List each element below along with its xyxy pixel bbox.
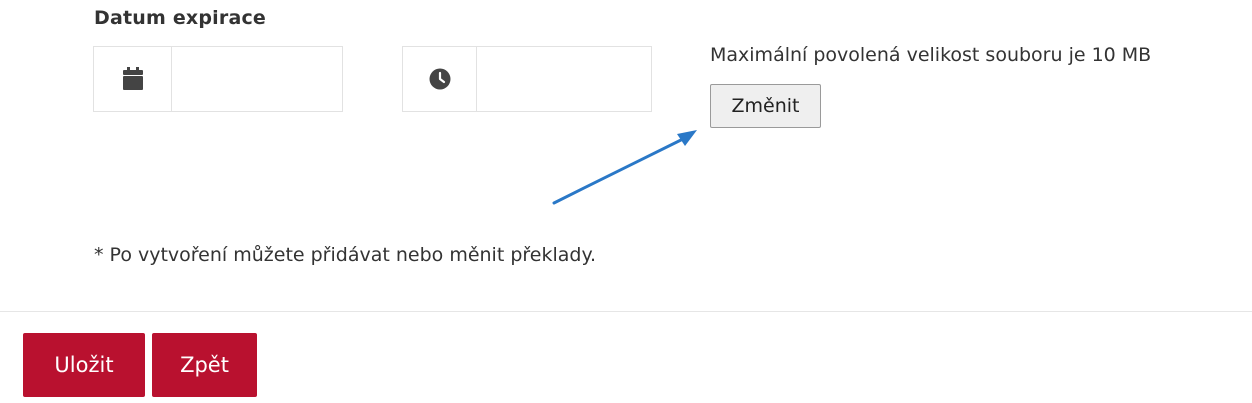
form-divider — [0, 311, 1252, 312]
expiration-date-label: Datum expirace — [94, 7, 267, 29]
change-file-button[interactable]: Změnit — [710, 84, 821, 128]
date-input[interactable] — [172, 47, 342, 111]
back-button[interactable]: Zpět — [152, 333, 257, 397]
annotation-arrow — [552, 130, 697, 205]
calendar-icon — [122, 67, 143, 90]
time-input-group — [402, 46, 652, 112]
translations-footnote: * Po vytvoření můžete přidávat nebo měni… — [94, 244, 597, 266]
max-file-size-note: Maximální povolená velikost souboru je 1… — [710, 44, 1152, 66]
clock-icon — [429, 68, 450, 90]
time-input[interactable] — [477, 47, 651, 111]
date-addon[interactable] — [94, 47, 172, 111]
save-button[interactable]: Uložit — [23, 333, 145, 397]
form-page: Datum expirace Maximální povolená veliko… — [0, 0, 1252, 403]
time-addon[interactable] — [403, 47, 477, 111]
date-input-group — [93, 46, 343, 112]
